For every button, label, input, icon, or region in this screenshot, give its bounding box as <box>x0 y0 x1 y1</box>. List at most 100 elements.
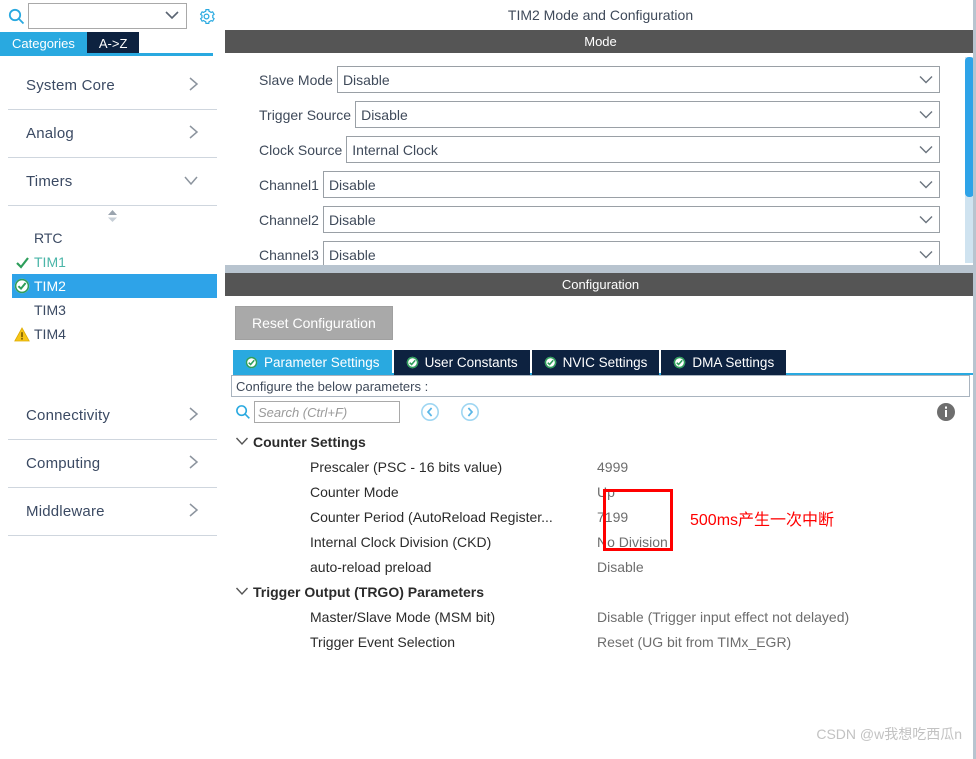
list-item-rtc[interactable]: RTC <box>12 226 217 250</box>
tab-a-to-z[interactable]: A->Z <box>86 32 140 56</box>
parameter-value: Disable (Trigger input effect not delaye… <box>597 608 850 625</box>
chevron-down-icon <box>235 434 253 449</box>
sidebar-item-computing[interactable]: Computing <box>8 440 217 488</box>
sidebar-item-label: Connectivity <box>26 407 111 424</box>
mode-row-slave-mode: Slave Mode Disable <box>225 62 976 97</box>
search-next-button[interactable] <box>460 402 480 422</box>
watermark: CSDN @w我想吃西瓜n <box>816 726 962 742</box>
select-value: Disable <box>342 71 390 88</box>
chevron-right-icon <box>188 502 199 521</box>
sidebar-tabs: Categories A->Z <box>0 32 225 56</box>
list-item-label: TIM1 <box>34 254 66 270</box>
parameter-value: Disable <box>597 558 644 575</box>
mode-label: Channel3 <box>259 246 319 263</box>
annotation-text: 500ms产生一次中断 <box>690 512 835 529</box>
mode-row-channel1: Channel1 Disable <box>225 167 976 202</box>
sidebar-item-label: Computing <box>26 455 101 472</box>
list-item-tim4[interactable]: TIM4 <box>12 322 217 346</box>
sidebar-item-timers[interactable]: Timers <box>8 158 217 206</box>
warning-icon <box>12 326 32 342</box>
parameter-search-bar: Search (Ctrl+F) <box>225 397 976 427</box>
tree-group-label: Counter Settings <box>253 433 366 450</box>
channel3-select[interactable]: Disable <box>322 241 940 265</box>
mode-label: Channel1 <box>259 176 319 193</box>
list-item-tim3[interactable]: TIM3 <box>12 298 217 322</box>
mode-section-header: Mode <box>225 30 976 53</box>
mode-row-channel3: Channel3 Disable <box>225 237 976 265</box>
tab-categories[interactable]: Categories <box>0 32 87 56</box>
chevron-right-icon <box>188 124 199 143</box>
table-row[interactable]: Counter Period (AutoReload Register... 7… <box>225 504 976 529</box>
slave-mode-select[interactable]: Disable <box>336 66 940 93</box>
check-icon <box>12 255 32 270</box>
page-title: TIM2 Mode and Configuration <box>225 0 976 30</box>
tree-group-trgo-parameters[interactable]: Trigger Output (TRGO) Parameters <box>225 579 976 604</box>
sidebar-item-connectivity[interactable]: Connectivity <box>8 392 217 440</box>
channel2-select[interactable]: Disable <box>322 206 940 233</box>
chevron-down-icon <box>235 584 253 599</box>
select-value: Internal Clock <box>352 141 438 158</box>
table-row[interactable]: auto-reload preload Disable <box>225 554 976 579</box>
list-item-label: TIM2 <box>34 278 66 294</box>
tab-user-constants[interactable]: User Constants <box>393 350 530 375</box>
sidebar-item-label: Middleware <box>26 503 105 520</box>
search-prev-button[interactable] <box>420 402 440 422</box>
info-icon[interactable] <box>936 402 956 425</box>
list-item-label: TIM4 <box>34 326 66 342</box>
tab-label: NVIC Settings <box>562 355 648 370</box>
table-row[interactable]: Internal Clock Division (CKD) No Divisio… <box>225 529 976 554</box>
chevron-down-icon <box>919 109 933 121</box>
mode-label: Slave Mode <box>259 71 333 88</box>
sidebar-item-system-core[interactable]: System Core <box>8 62 217 110</box>
chevron-down-icon <box>919 74 933 86</box>
parameter-value: Up <box>597 483 615 500</box>
peripheral-search-combo[interactable] <box>28 3 187 29</box>
sidebar-search-row <box>0 0 225 32</box>
sidebar-item-middleware[interactable]: Middleware <box>8 488 217 536</box>
parameter-name: Prescaler (PSC - 16 bits value) <box>310 458 503 475</box>
list-item-label: TIM3 <box>34 302 66 318</box>
table-row[interactable]: Master/Slave Mode (MSM bit) Disable (Tri… <box>225 604 976 629</box>
check-circle-icon <box>406 356 419 369</box>
table-row[interactable]: Trigger Event Selection Reset (UG bit fr… <box>225 629 976 654</box>
mode-row-trigger-source: Trigger Source Disable <box>225 97 976 132</box>
clock-source-select[interactable]: Internal Clock <box>346 136 940 163</box>
stm32cubemx-window: Categories A->Z System Core Analog Timer… <box>0 0 976 759</box>
tab-label: Parameter Settings <box>264 355 380 370</box>
parameter-tree: Counter Settings Prescaler (PSC - 16 bit… <box>225 427 976 654</box>
trigger-source-select[interactable]: Disable <box>355 101 940 128</box>
check-circle-icon <box>12 278 32 294</box>
chevron-right-icon <box>188 406 199 425</box>
configuration-tabs: Parameter Settings User Constants NVIC S… <box>225 350 976 375</box>
tree-group-label: Trigger Output (TRGO) Parameters <box>253 583 485 600</box>
gear-icon[interactable] <box>193 3 219 29</box>
mode-label: Clock Source <box>259 141 343 158</box>
check-circle-icon <box>673 356 686 369</box>
list-item-tim1[interactable]: TIM1 <box>12 250 217 274</box>
channel1-select[interactable]: Disable <box>322 171 940 198</box>
table-row[interactable]: Counter Mode Up <box>225 479 976 504</box>
sidebar-item-label: System Core <box>26 77 115 94</box>
chevron-right-icon <box>188 76 199 95</box>
scroll-spinner[interactable] <box>0 206 225 226</box>
mode-row-channel2: Channel2 Disable <box>225 202 976 237</box>
list-item-tim2[interactable]: TIM2 <box>12 274 217 298</box>
list-item-label: RTC <box>34 230 63 246</box>
sidebar-item-analog[interactable]: Analog <box>8 110 217 158</box>
tab-nvic-settings[interactable]: NVIC Settings <box>531 350 660 375</box>
chevron-right-icon <box>188 454 199 473</box>
table-row[interactable]: Prescaler (PSC - 16 bits value) 4999 <box>225 454 976 479</box>
tree-group-counter-settings[interactable]: Counter Settings <box>225 429 976 454</box>
tab-parameter-settings[interactable]: Parameter Settings <box>233 350 392 375</box>
reset-configuration-button[interactable]: Reset Configuration <box>235 306 393 340</box>
search-input[interactable]: Search (Ctrl+F) <box>254 401 400 423</box>
tab-dma-settings[interactable]: DMA Settings <box>661 350 787 375</box>
category-list-bottom: Connectivity Computing Middleware <box>0 392 225 536</box>
reset-row: Reset Configuration <box>225 296 976 350</box>
mode-row-clock-source: Clock Source Internal Clock <box>225 132 976 167</box>
configure-hint: Configure the below parameters : <box>231 375 970 397</box>
check-circle-icon <box>544 356 557 369</box>
parameter-value: 4999 <box>597 458 629 475</box>
mode-and-configuration-panel: TIM2 Mode and Configuration Mode Slave M… <box>225 0 976 759</box>
